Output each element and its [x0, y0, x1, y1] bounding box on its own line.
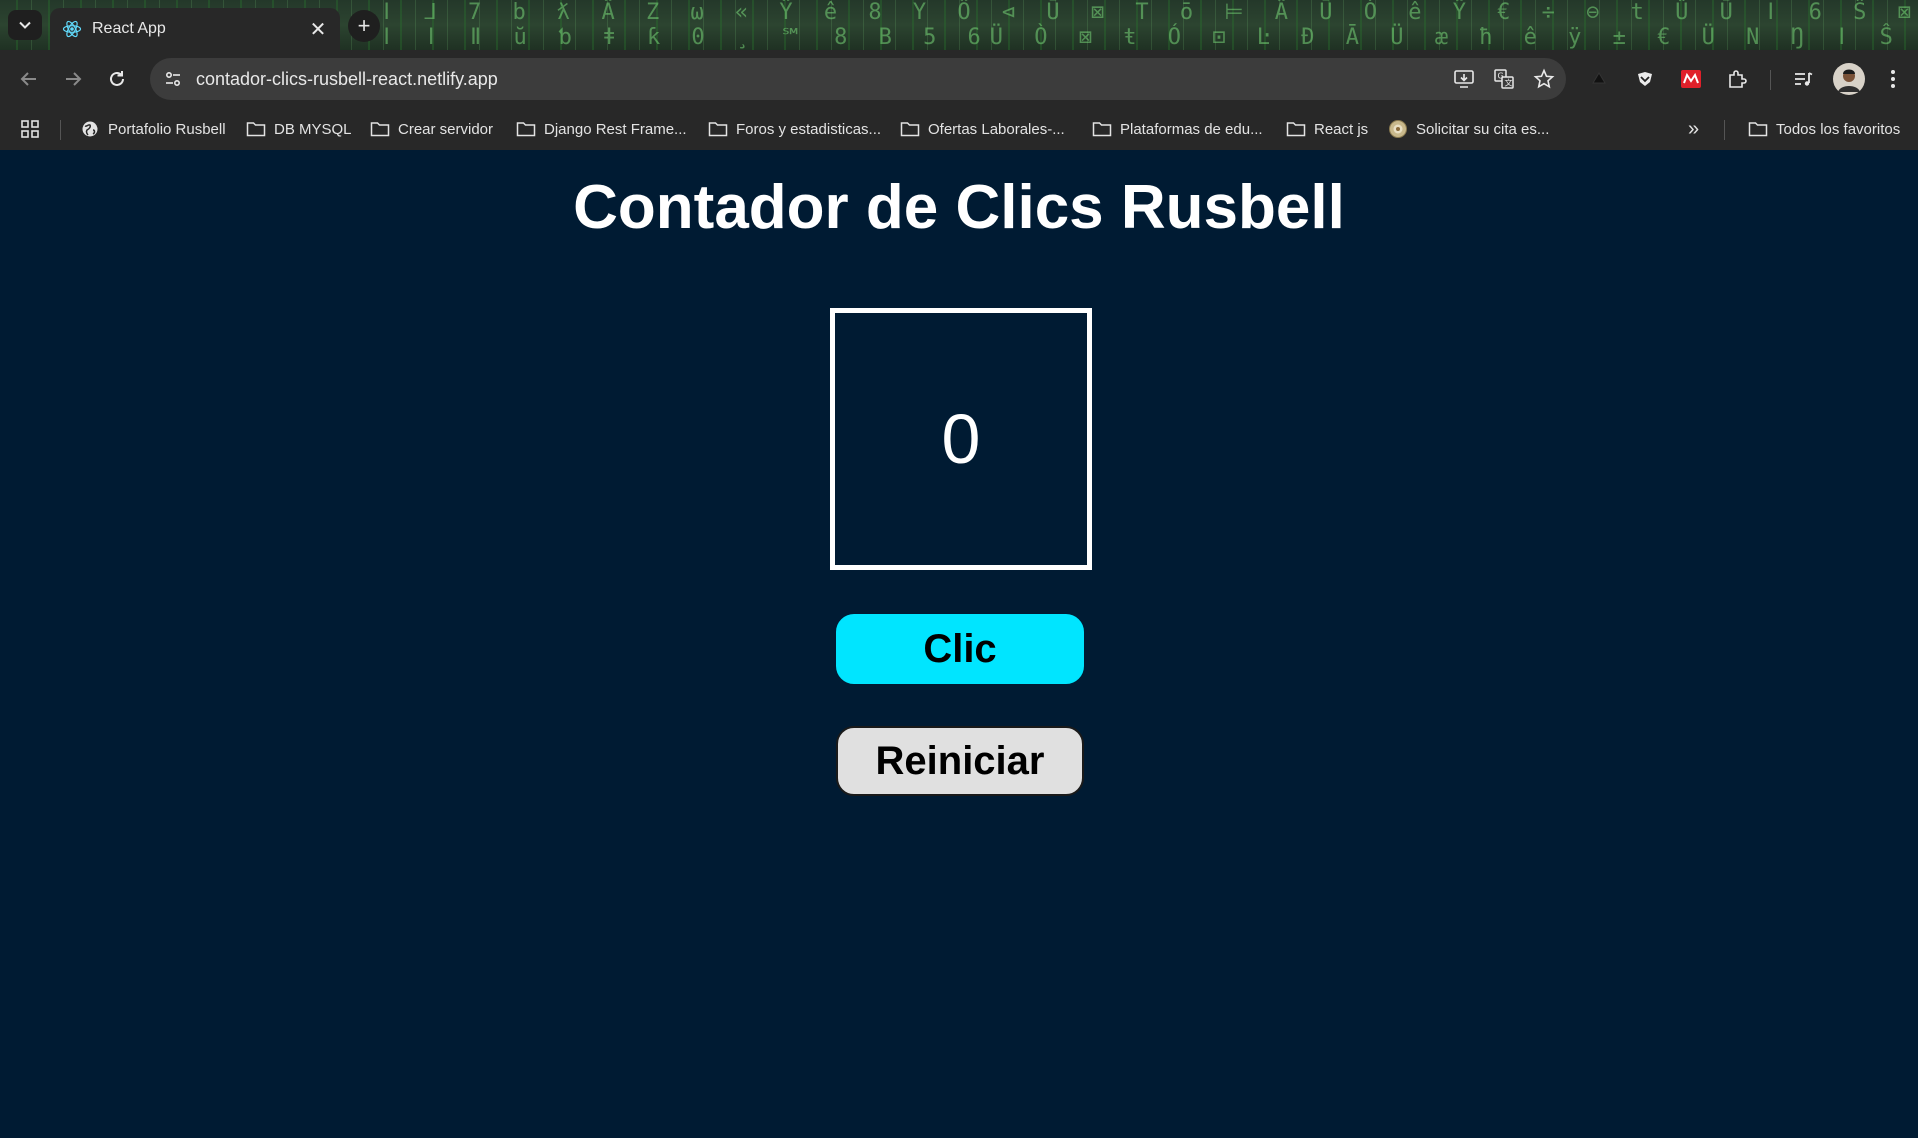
double-chevron-right-icon: » [1688, 117, 1700, 140]
install-app-icon[interactable] [1446, 61, 1482, 97]
bookmark-solicitar-cita[interactable]: Solicitar su cita es... [1388, 114, 1549, 144]
folder-icon [1286, 119, 1306, 139]
bookmark-ofertas-laborales[interactable]: Ofertas Laborales-... [900, 114, 1065, 144]
bookmarks-overflow-button[interactable]: » [1688, 114, 1699, 144]
folder-icon [1748, 119, 1768, 139]
bookmark-portafolio-rusbell[interactable]: Portafolio Rusbell [80, 114, 226, 144]
bookmark-django-rest[interactable]: Django Rest Frame... [516, 114, 687, 144]
forward-button[interactable] [56, 62, 90, 96]
chevron-down-icon [19, 21, 31, 29]
bookmark-crear-servidor[interactable]: Crear servidor [370, 114, 493, 144]
site-info-icon[interactable] [156, 62, 190, 96]
react-logo-icon [62, 19, 82, 39]
star-icon[interactable] [1526, 61, 1562, 97]
page-title: Contador de Clics Rusbell [573, 173, 1345, 242]
profile-avatar[interactable] [1830, 60, 1868, 98]
globe-icon [80, 119, 100, 139]
tab-search-button[interactable] [8, 10, 42, 40]
click-button[interactable]: Clic [836, 614, 1084, 684]
bookmark-foros-estadisticas[interactable]: Foros y estadisticas... [708, 114, 881, 144]
new-tab-button[interactable]: + [348, 10, 380, 42]
apps-grid-button[interactable] [20, 114, 40, 144]
translate-icon[interactable]: G文 [1486, 61, 1522, 97]
plus-icon: + [357, 13, 371, 38]
tab-title: React App [92, 20, 166, 37]
address-bar[interactable]: contador-clics-rusbell-react.netlify.app… [150, 58, 1566, 100]
tab-react-app[interactable]: React App ✕ [50, 8, 340, 50]
bookmark-plataformas-educacion[interactable]: Plataformas de edu... [1092, 114, 1263, 144]
counter-value: 0 [941, 400, 981, 478]
menu-kebab-icon[interactable] [1876, 62, 1910, 96]
bookmark-all-favorites[interactable]: Todos los favoritos [1748, 114, 1900, 144]
extension-red-icon[interactable] [1674, 62, 1708, 96]
reset-button[interactable]: Reiniciar [836, 726, 1084, 796]
url-text[interactable]: contador-clics-rusbell-react.netlify.app [196, 69, 1446, 90]
arrow-left-icon [20, 72, 36, 86]
folder-icon [1092, 119, 1112, 139]
folder-icon [370, 119, 390, 139]
browser-toolbar: contador-clics-rusbell-react.netlify.app… [0, 50, 1918, 108]
counter-display: 0 [830, 308, 1092, 570]
bookmark-db-mysql[interactable]: DB MYSQL [246, 114, 352, 144]
svg-text:G: G [1498, 72, 1504, 81]
media-control-icon[interactable] [1786, 62, 1820, 96]
back-button[interactable] [12, 62, 46, 96]
folder-icon [516, 119, 536, 139]
folder-icon [246, 119, 266, 139]
bookmark-react-js[interactable]: React js [1286, 114, 1368, 144]
theme-background: ǀ ⅃ 7 b ƛ Ä Z ω « Ÿ ê 8 Y Ö ⊲ Ū ⊠ T ō ⊨ … [380, 0, 1918, 50]
extensions-puzzle-icon[interactable] [1720, 62, 1754, 96]
tab-strip: ǀ ⅃ 7 b ƛ Ä Z ω « Ÿ ê 8 Y Ö ⊲ Ū ⊠ T ō ⊨ … [0, 0, 1918, 50]
apps-grid-icon [21, 120, 39, 138]
arrow-right-icon [66, 72, 82, 86]
close-icon[interactable]: ✕ [304, 15, 332, 43]
bookmarks-bar: Portafolio Rusbell DB MYSQL Crear servid… [0, 108, 1918, 150]
reload-button[interactable] [100, 62, 134, 96]
extension-shield-icon[interactable] [1628, 62, 1662, 96]
reload-icon [110, 71, 124, 86]
seal-icon [1388, 119, 1408, 139]
page-content: Contador de Clics Rusbell 0 Clic Reinici… [0, 150, 1918, 1138]
svg-text:文: 文 [1505, 78, 1513, 88]
folder-icon [708, 119, 728, 139]
extension-dark-icon[interactable] [1582, 62, 1616, 96]
folder-icon [900, 119, 920, 139]
